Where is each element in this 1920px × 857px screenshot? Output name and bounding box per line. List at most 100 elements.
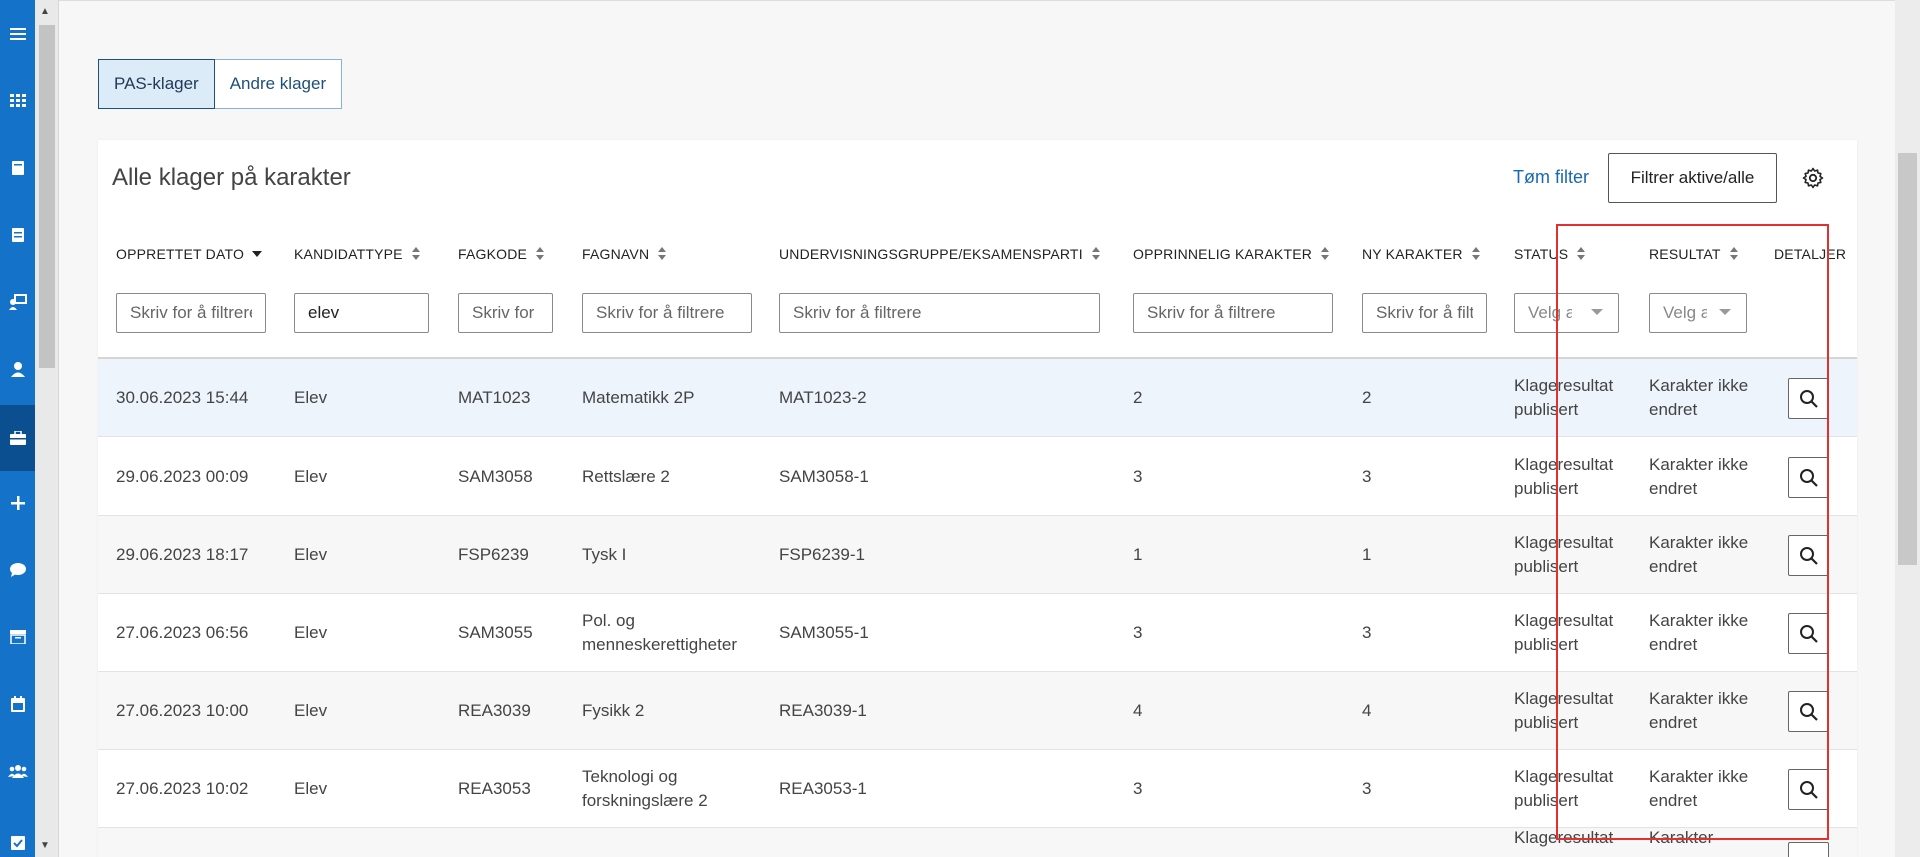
header-group-label: UNDERVISNINGSGRUPPE/EKSAMENSPARTI	[779, 246, 1083, 262]
cell-result: Karakter ikke endret	[1649, 455, 1749, 498]
menu-icon[interactable]	[0, 14, 35, 54]
cell-new-grade: 1	[1362, 545, 1372, 564]
search-icon	[1799, 389, 1818, 408]
table-row[interactable]: 27.06.2023 06:56 Elev SAM3055 Pol. og me…	[98, 594, 1857, 672]
cell-status: Klageresultat publisert	[1514, 767, 1614, 810]
gear-icon[interactable]	[1801, 166, 1825, 190]
users-icon[interactable]	[0, 751, 35, 791]
cell-status: Klageresultat publisert	[1514, 533, 1614, 576]
header-candidate-type-label: KANDIDATTYPE	[294, 246, 403, 262]
cell-name: Matematikk 2P	[582, 388, 695, 407]
header-subject-code-label: FAGKODE	[458, 246, 528, 262]
group-filter-input[interactable]	[779, 293, 1100, 333]
cell-group: SAM3058-1	[779, 467, 869, 486]
sort-icon	[1471, 246, 1481, 262]
tab-andre-klager[interactable]: Andre klager	[214, 59, 343, 109]
cell-original-grade: 2	[1133, 388, 1143, 407]
header-new-grade[interactable]: NY KARAKTER	[1362, 246, 1481, 262]
header-group[interactable]: UNDERVISNINGSGRUPPE/EKSAMENSPARTI	[779, 246, 1101, 262]
header-original-grade[interactable]: OPPRINNELIG KARAKTER	[1133, 246, 1330, 262]
cell-new-grade: 4	[1362, 701, 1372, 720]
result-select[interactable]: Velg alle	[1649, 293, 1747, 333]
header-subject-name[interactable]: FAGNAVN	[582, 246, 667, 262]
header-status[interactable]: STATUS	[1514, 246, 1586, 262]
scroll-down-icon[interactable]: ▼	[40, 840, 50, 851]
status-select[interactable]: Velg alle	[1514, 293, 1619, 333]
search-icon	[1799, 702, 1818, 721]
scroll-up-icon[interactable]: ▲	[40, 6, 50, 17]
cell-name: Rettslære 2	[582, 467, 670, 486]
cell-group: SAM3055-1	[779, 623, 869, 642]
clear-filter-link[interactable]: Tøm filter	[1513, 167, 1589, 188]
details-button[interactable]	[1788, 769, 1829, 810]
cell-status: Klageresultat	[1514, 828, 1614, 847]
details-button[interactable]	[1788, 691, 1829, 732]
calendar-check-icon[interactable]	[0, 822, 35, 857]
cell-original-grade: 3	[1133, 623, 1143, 642]
table-row[interactable]: 27.06.2023 10:00 Elev REA3039 Fysikk 2 R…	[98, 672, 1857, 750]
details-button[interactable]	[1788, 378, 1829, 419]
table-row[interactable]: 27.06.2023 10:02 Elev REA3053 Teknologi …	[98, 750, 1857, 828]
table-row[interactable]: 29.06.2023 18:17 Elev FSP6239 Tysk I FSP…	[98, 516, 1857, 594]
header-date[interactable]: OPPRETTET DATO	[116, 246, 263, 262]
teacher-icon[interactable]	[0, 282, 35, 322]
sort-icon	[535, 246, 545, 262]
date-filter-input[interactable]	[116, 293, 266, 333]
subject-code-filter-input[interactable]	[458, 293, 553, 333]
header-result-label: RESULTAT	[1649, 246, 1721, 262]
cell-type: Elev	[294, 623, 328, 642]
header-date-label: OPPRETTET DATO	[116, 246, 245, 262]
cell-original-grade: 3	[1133, 779, 1143, 798]
subject-name-filter-input[interactable]	[582, 293, 752, 333]
archive-icon[interactable]	[0, 617, 35, 657]
book-icon[interactable]	[0, 148, 35, 188]
details-button[interactable]	[1788, 613, 1829, 654]
student-icon[interactable]	[0, 349, 35, 389]
cell-result: Karakter ikke endret	[1649, 376, 1749, 419]
chat-icon[interactable]	[0, 550, 35, 590]
search-icon	[1799, 546, 1818, 565]
complaints-card: Alle klager på karakter Tøm filter Filtr…	[98, 140, 1857, 857]
cell-date: 27.06.2023 06:56	[116, 623, 249, 642]
header-new-grade-label: NY KARAKTER	[1362, 246, 1463, 262]
plus-icon[interactable]	[0, 483, 35, 523]
original-grade-filter-input[interactable]	[1133, 293, 1333, 333]
header-result[interactable]: RESULTAT	[1649, 246, 1739, 262]
cell-name: Fysikk 2	[582, 701, 645, 720]
cell-date: 27.06.2023 10:00	[116, 701, 249, 720]
table-row[interactable]: 29.06.2023 00:09 Elev SAM3058 Rettslære …	[98, 438, 1857, 516]
page-scrollbar-thumb[interactable]	[1898, 153, 1917, 565]
cell-group: MAT1023-2	[779, 388, 867, 407]
cell-new-grade: 3	[1362, 467, 1372, 486]
details-button[interactable]	[1788, 535, 1829, 576]
calendar-icon[interactable]	[0, 684, 35, 724]
new-grade-filter-input[interactable]	[1362, 293, 1487, 333]
header-candidate-type[interactable]: KANDIDATTYPE	[294, 246, 421, 262]
header-original-grade-label: OPPRINNELIG KARAKTER	[1133, 246, 1313, 262]
cell-date: 27.06.2023 10:02	[116, 779, 249, 798]
cell-status: Klageresultat publisert	[1514, 376, 1614, 419]
sort-icon	[1729, 246, 1739, 262]
cell-type: Elev	[294, 388, 328, 407]
table-row[interactable]: 30.06.2023 15:44 Elev MAT1023 Matematikk…	[98, 359, 1857, 437]
details-button[interactable]	[1788, 457, 1829, 498]
briefcase-icon[interactable]	[0, 405, 35, 471]
header-details-label: DETALJER	[1774, 246, 1847, 262]
cell-type: Elev	[294, 701, 328, 720]
candidate-type-filter-input[interactable]	[294, 293, 429, 333]
tab-pas-klager[interactable]: PAS-klager	[98, 59, 215, 109]
details-button[interactable]	[1788, 842, 1829, 857]
cell-code: MAT1023	[458, 388, 531, 407]
nav-scrollbar[interactable]: ▲ ▼	[35, 0, 59, 857]
page-scrollbar[interactable]	[1895, 0, 1920, 857]
cell-date: 29.06.2023 00:09	[116, 467, 249, 486]
cell-result: Karakter ikke endret	[1649, 767, 1749, 810]
cell-type: Elev	[294, 779, 328, 798]
header-subject-code[interactable]: FAGKODE	[458, 246, 545, 262]
sort-icon	[1576, 246, 1586, 262]
table-row[interactable]: Klageresultat Karakter	[98, 828, 1857, 857]
filter-active-all-button[interactable]: Filtrer aktive/alle	[1608, 153, 1777, 203]
nav-scrollbar-thumb[interactable]	[39, 25, 55, 368]
document-icon[interactable]	[0, 215, 35, 255]
apps-grid-icon[interactable]	[0, 81, 35, 121]
